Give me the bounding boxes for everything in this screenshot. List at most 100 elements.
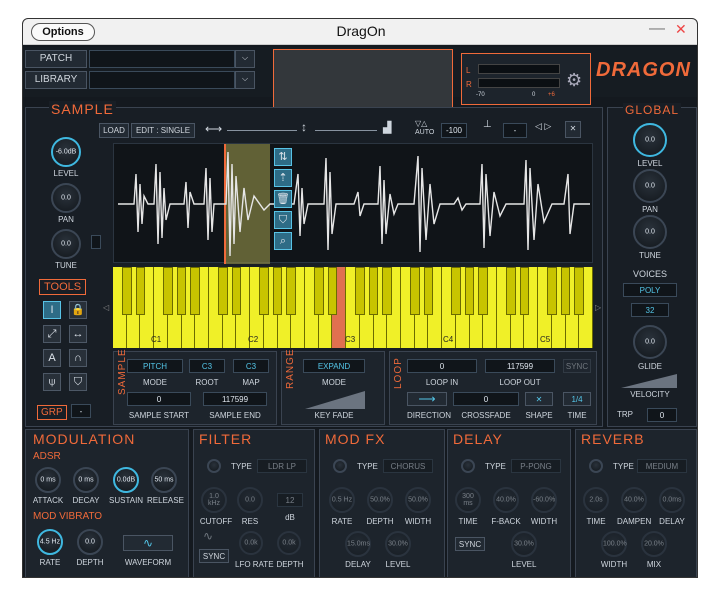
modfx-enable-knob[interactable]	[333, 459, 347, 473]
vertical-zoom-slider[interactable]	[315, 130, 377, 131]
vibrato-rate-knob[interactable]: 4.5 Hz	[37, 529, 63, 555]
black-key[interactable]	[464, 267, 475, 315]
black-key[interactable]	[574, 267, 585, 315]
lock-tool-icon[interactable]: 🔒	[69, 301, 87, 319]
black-key[interactable]	[519, 267, 530, 315]
global-tune-knob[interactable]: 0.0	[633, 215, 667, 249]
glide-knob[interactable]: 0.0	[633, 325, 667, 359]
pitch-mode-field[interactable]: PITCH	[127, 359, 183, 373]
gain-field[interactable]: -100	[441, 123, 467, 138]
sample-pan-knob[interactable]: 0.0	[51, 183, 81, 213]
global-level-knob[interactable]: 0.0	[633, 123, 667, 157]
black-key[interactable]	[382, 267, 393, 315]
misc-field[interactable]: -	[503, 123, 527, 138]
sample-tune-knob[interactable]: 0.0	[51, 229, 81, 259]
library-dropdown-icon[interactable]: ⌵	[235, 71, 255, 89]
velocity-ramp[interactable]	[621, 374, 677, 388]
a-tool-icon[interactable]: A	[43, 349, 61, 367]
patch-select[interactable]	[89, 50, 235, 68]
cursor-tool-icon[interactable]: I	[43, 301, 61, 319]
lfo-wave-icon[interactable]: ∿	[203, 529, 213, 543]
root-field[interactable]: C3	[189, 359, 225, 373]
fraction-icon[interactable]: ⊥	[483, 119, 492, 130]
stretch-tool-icon[interactable]: ⤢	[43, 325, 61, 343]
waveform-view[interactable]: ⇅ ⇡ 🗑 ⛉ ⌕	[113, 143, 593, 264]
lfo-rate-knob[interactable]: 0.0k	[239, 531, 263, 555]
reverb-delay-knob[interactable]: 0.0ms	[659, 487, 685, 513]
reverb-mix-knob[interactable]: 20.0%	[641, 531, 667, 557]
minimize-icon[interactable]: —	[649, 20, 665, 38]
delay-level-knob[interactable]: 30.0%	[511, 531, 537, 557]
black-key[interactable]	[478, 267, 489, 315]
keys-left-arrow-icon[interactable]: ◁	[103, 303, 109, 312]
split-icon[interactable]: ⇅	[274, 148, 292, 166]
modfx-rate-knob[interactable]: 0.5 Hz	[329, 487, 355, 513]
edit-mode-button[interactable]: EDIT : SINGLE	[131, 123, 195, 138]
delay-time-knob[interactable]: 300 ms	[455, 487, 481, 513]
voice-mode-field[interactable]: POLY	[623, 283, 677, 297]
delete-sample-icon[interactable]: ✕	[565, 121, 581, 138]
modfx-width-knob[interactable]: 50.0%	[405, 487, 431, 513]
black-key[interactable]	[368, 267, 379, 315]
waveform-sine-icon[interactable]: ∿	[123, 535, 173, 551]
delay-fback-knob[interactable]: 40.0%	[493, 487, 519, 513]
black-key[interactable]	[451, 267, 461, 315]
decay-knob[interactable]: 0 ms	[73, 467, 99, 493]
voice-count-field[interactable]: 32	[631, 303, 669, 317]
black-key[interactable]	[231, 267, 242, 315]
auto-icon[interactable]: ▽△	[415, 119, 427, 128]
black-key[interactable]	[327, 267, 338, 315]
delay-width-knob[interactable]: -60.0%	[531, 487, 557, 513]
prev-next-arrows-icon[interactable]: ◁ ▷	[535, 121, 551, 132]
reverb-width-knob[interactable]: 100.0%	[601, 531, 627, 557]
split-region-icon[interactable]: ⇡	[274, 169, 292, 187]
cutoff-knob[interactable]: 1.0 kHz	[201, 487, 227, 513]
sample-start-field[interactable]: 0	[127, 392, 191, 406]
black-key[interactable]	[272, 267, 283, 315]
delay-type-field[interactable]: P-PONG	[511, 459, 561, 473]
modfx-depth-knob[interactable]: 50.0%	[367, 487, 393, 513]
shape-icon[interactable]: ✕	[525, 392, 553, 406]
loop-time-field[interactable]: 1/4	[563, 392, 591, 406]
loop-in-field[interactable]: 0	[407, 359, 477, 373]
attack-knob[interactable]: 0 ms	[35, 467, 61, 493]
black-key[interactable]	[560, 267, 571, 315]
sample-end-field[interactable]: 117599	[203, 392, 267, 406]
reverb-time-knob[interactable]: 2.0s	[583, 487, 609, 513]
black-key[interactable]	[176, 267, 187, 315]
reverb-dampen-knob[interactable]: 40.0%	[621, 487, 647, 513]
reverb-enable-knob[interactable]	[589, 459, 603, 473]
keys-right-arrow-icon[interactable]: ▷	[595, 303, 601, 312]
crossfade-field[interactable]: 0	[453, 392, 519, 406]
sample-level-knob[interactable]: -6.0dB	[51, 137, 81, 167]
modfx-level-knob[interactable]: 30.0%	[385, 531, 411, 557]
keyboard[interactable]: C1 C2 C3 C4 C5	[113, 267, 593, 348]
black-key[interactable]	[355, 267, 365, 315]
black-key[interactable]	[121, 267, 132, 315]
loop-sync-button[interactable]: SYNC	[563, 359, 591, 373]
range-mode-field[interactable]: EXPAND	[303, 359, 365, 373]
filter-sync-button[interactable]: SYNC	[199, 549, 229, 563]
patch-dropdown-icon[interactable]: ⌵	[235, 50, 255, 68]
global-pan-knob[interactable]: 0.0	[633, 169, 667, 203]
modfx-delay-knob[interactable]: 15.0ms	[345, 531, 371, 557]
black-key[interactable]	[135, 267, 146, 315]
library-select[interactable]	[89, 71, 235, 89]
move-tool-icon[interactable]: ↔	[69, 325, 87, 343]
grp-field[interactable]: -	[71, 404, 91, 418]
modfx-type-field[interactable]: CHORUS	[383, 459, 433, 473]
filter-enable-knob[interactable]	[207, 459, 221, 473]
black-key[interactable]	[423, 267, 434, 315]
black-key[interactable]	[190, 267, 201, 315]
shield-icon[interactable]: ⛉	[274, 211, 292, 229]
magnify-icon[interactable]: ⌕	[274, 232, 292, 250]
delay-sync-button[interactable]: SYNC	[455, 537, 485, 551]
map-field[interactable]: C3	[233, 359, 269, 373]
filter-db-field[interactable]: 12	[277, 493, 303, 507]
black-key[interactable]	[286, 267, 297, 315]
sample-aux-field[interactable]	[91, 235, 101, 249]
black-key[interactable]	[313, 267, 324, 315]
close-icon[interactable]: ✕	[675, 21, 687, 38]
black-key[interactable]	[163, 267, 173, 315]
vibrato-depth-knob[interactable]: 0.0	[77, 529, 103, 555]
